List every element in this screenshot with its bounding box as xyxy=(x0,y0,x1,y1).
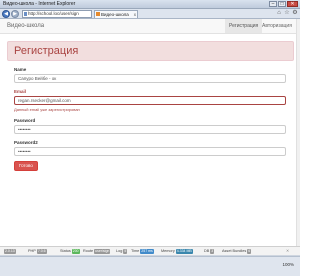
site-navbar: Видео-школа Регистрация Авторизация xyxy=(0,19,300,34)
page-header: Регистрация xyxy=(7,41,294,61)
page-viewport: Видео-школа Регистрация Авторизация Реги… xyxy=(0,19,300,246)
browser-window: Видео-школа - Internet Explorer – □ ✕ ◀ … xyxy=(0,0,300,276)
maximize-button[interactable]: □ xyxy=(278,1,286,7)
version-badge: 2.0.13 xyxy=(4,249,16,254)
debug-asset-bundles[interactable]: Asset Bundles 6 xyxy=(222,248,252,255)
memory-label: Memory xyxy=(161,249,175,253)
page-icon xyxy=(24,12,27,16)
debug-route[interactable]: Route user/sign xyxy=(83,248,111,255)
log-label: Log xyxy=(116,249,123,253)
site-brand[interactable]: Видео-школа xyxy=(7,23,44,29)
tab-title: Видео-школа xyxy=(101,12,129,17)
password2-label: Password2 xyxy=(14,140,38,145)
asset-label: Asset Bundles xyxy=(222,249,247,253)
window-controls: – □ ✕ xyxy=(269,1,298,8)
name-field[interactable]: Сапуро Вейбе - ок xyxy=(14,74,286,83)
debug-memory[interactable]: Memory 4.334 MB xyxy=(161,248,193,255)
minimize-button[interactable]: – xyxy=(269,1,277,7)
favorites-star-icon[interactable]: ☆ xyxy=(284,10,290,17)
name-label: Name xyxy=(14,67,27,72)
route-label: Route xyxy=(83,249,94,253)
debug-close-icon[interactable]: ✕ xyxy=(286,248,289,255)
db-badge: 3 xyxy=(210,249,215,254)
close-button[interactable]: ✕ xyxy=(287,1,298,7)
home-icon[interactable]: ⌂ xyxy=(276,10,282,17)
page-title: Регистрация xyxy=(14,45,79,57)
log-badge: 5 xyxy=(123,249,128,254)
password-label: Password xyxy=(14,118,36,123)
status-badge: 200 xyxy=(71,249,80,254)
debug-php[interactable]: PHP 7.0.6 xyxy=(28,248,47,255)
window-title: Видео-школа - Internet Explorer xyxy=(3,1,76,7)
php-label: PHP xyxy=(28,249,36,253)
browser-tab[interactable]: Видео-школа x xyxy=(94,10,138,18)
db-label: DB xyxy=(204,249,210,253)
route-badge: user/sign xyxy=(94,249,111,254)
status-label: Status xyxy=(60,249,71,253)
time-badge: 257 ms xyxy=(140,249,154,254)
forward-icon[interactable]: ▶ xyxy=(11,10,19,18)
email-field[interactable]: regan.rsecker@gmail.com xyxy=(14,96,286,105)
php-badge: 7.0.6 xyxy=(36,249,47,254)
url-text: http://school.loc/user/sign xyxy=(28,11,79,16)
asset-badge: 6 xyxy=(247,249,252,254)
password-field[interactable]: •••••••• xyxy=(14,125,286,134)
password2-field[interactable]: •••••••• xyxy=(14,147,286,156)
debug-time[interactable]: Time 257 ms xyxy=(131,248,154,255)
debug-db[interactable]: DB 3 xyxy=(204,248,215,255)
zoom-level[interactable]: 100% xyxy=(282,262,294,267)
url-input[interactable]: http://school.loc/user/sign xyxy=(22,10,92,18)
email-error-message: Данный email уже зарегистрирован xyxy=(14,107,80,112)
memory-badge: 4.334 MB xyxy=(175,249,193,254)
debug-version[interactable]: 2.0.13 xyxy=(3,248,16,255)
browser-tools: ⌂ ☆ ⚙ xyxy=(276,10,298,17)
time-label: Time xyxy=(131,249,140,253)
nav-item-register[interactable]: Регистрация xyxy=(225,19,263,33)
email-label: Email xyxy=(14,89,27,94)
debug-status[interactable]: Status 200 xyxy=(60,248,80,255)
address-bar: ◀ ▶ http://school.loc/user/sign Видео-шк… xyxy=(0,9,300,19)
debug-log[interactable]: Log 5 xyxy=(116,248,128,255)
debug-toolbar: 2.0.13 PHP 7.0.6 Status 200 Route user/sign… xyxy=(0,246,300,255)
tab-favicon-icon xyxy=(96,12,100,16)
title-bar: Видео-школа - Internet Explorer – □ ✕ xyxy=(0,0,300,9)
settings-gear-icon[interactable]: ⚙ xyxy=(292,10,298,17)
submit-button[interactable]: Готово xyxy=(14,161,38,171)
tab-close-icon[interactable]: x xyxy=(134,11,136,18)
back-icon[interactable]: ◀ xyxy=(2,10,10,18)
nav-item-login[interactable]: Авторизация xyxy=(258,19,296,33)
page-scrollbar[interactable] xyxy=(296,19,300,246)
browser-status-bar: 100% xyxy=(0,256,300,276)
